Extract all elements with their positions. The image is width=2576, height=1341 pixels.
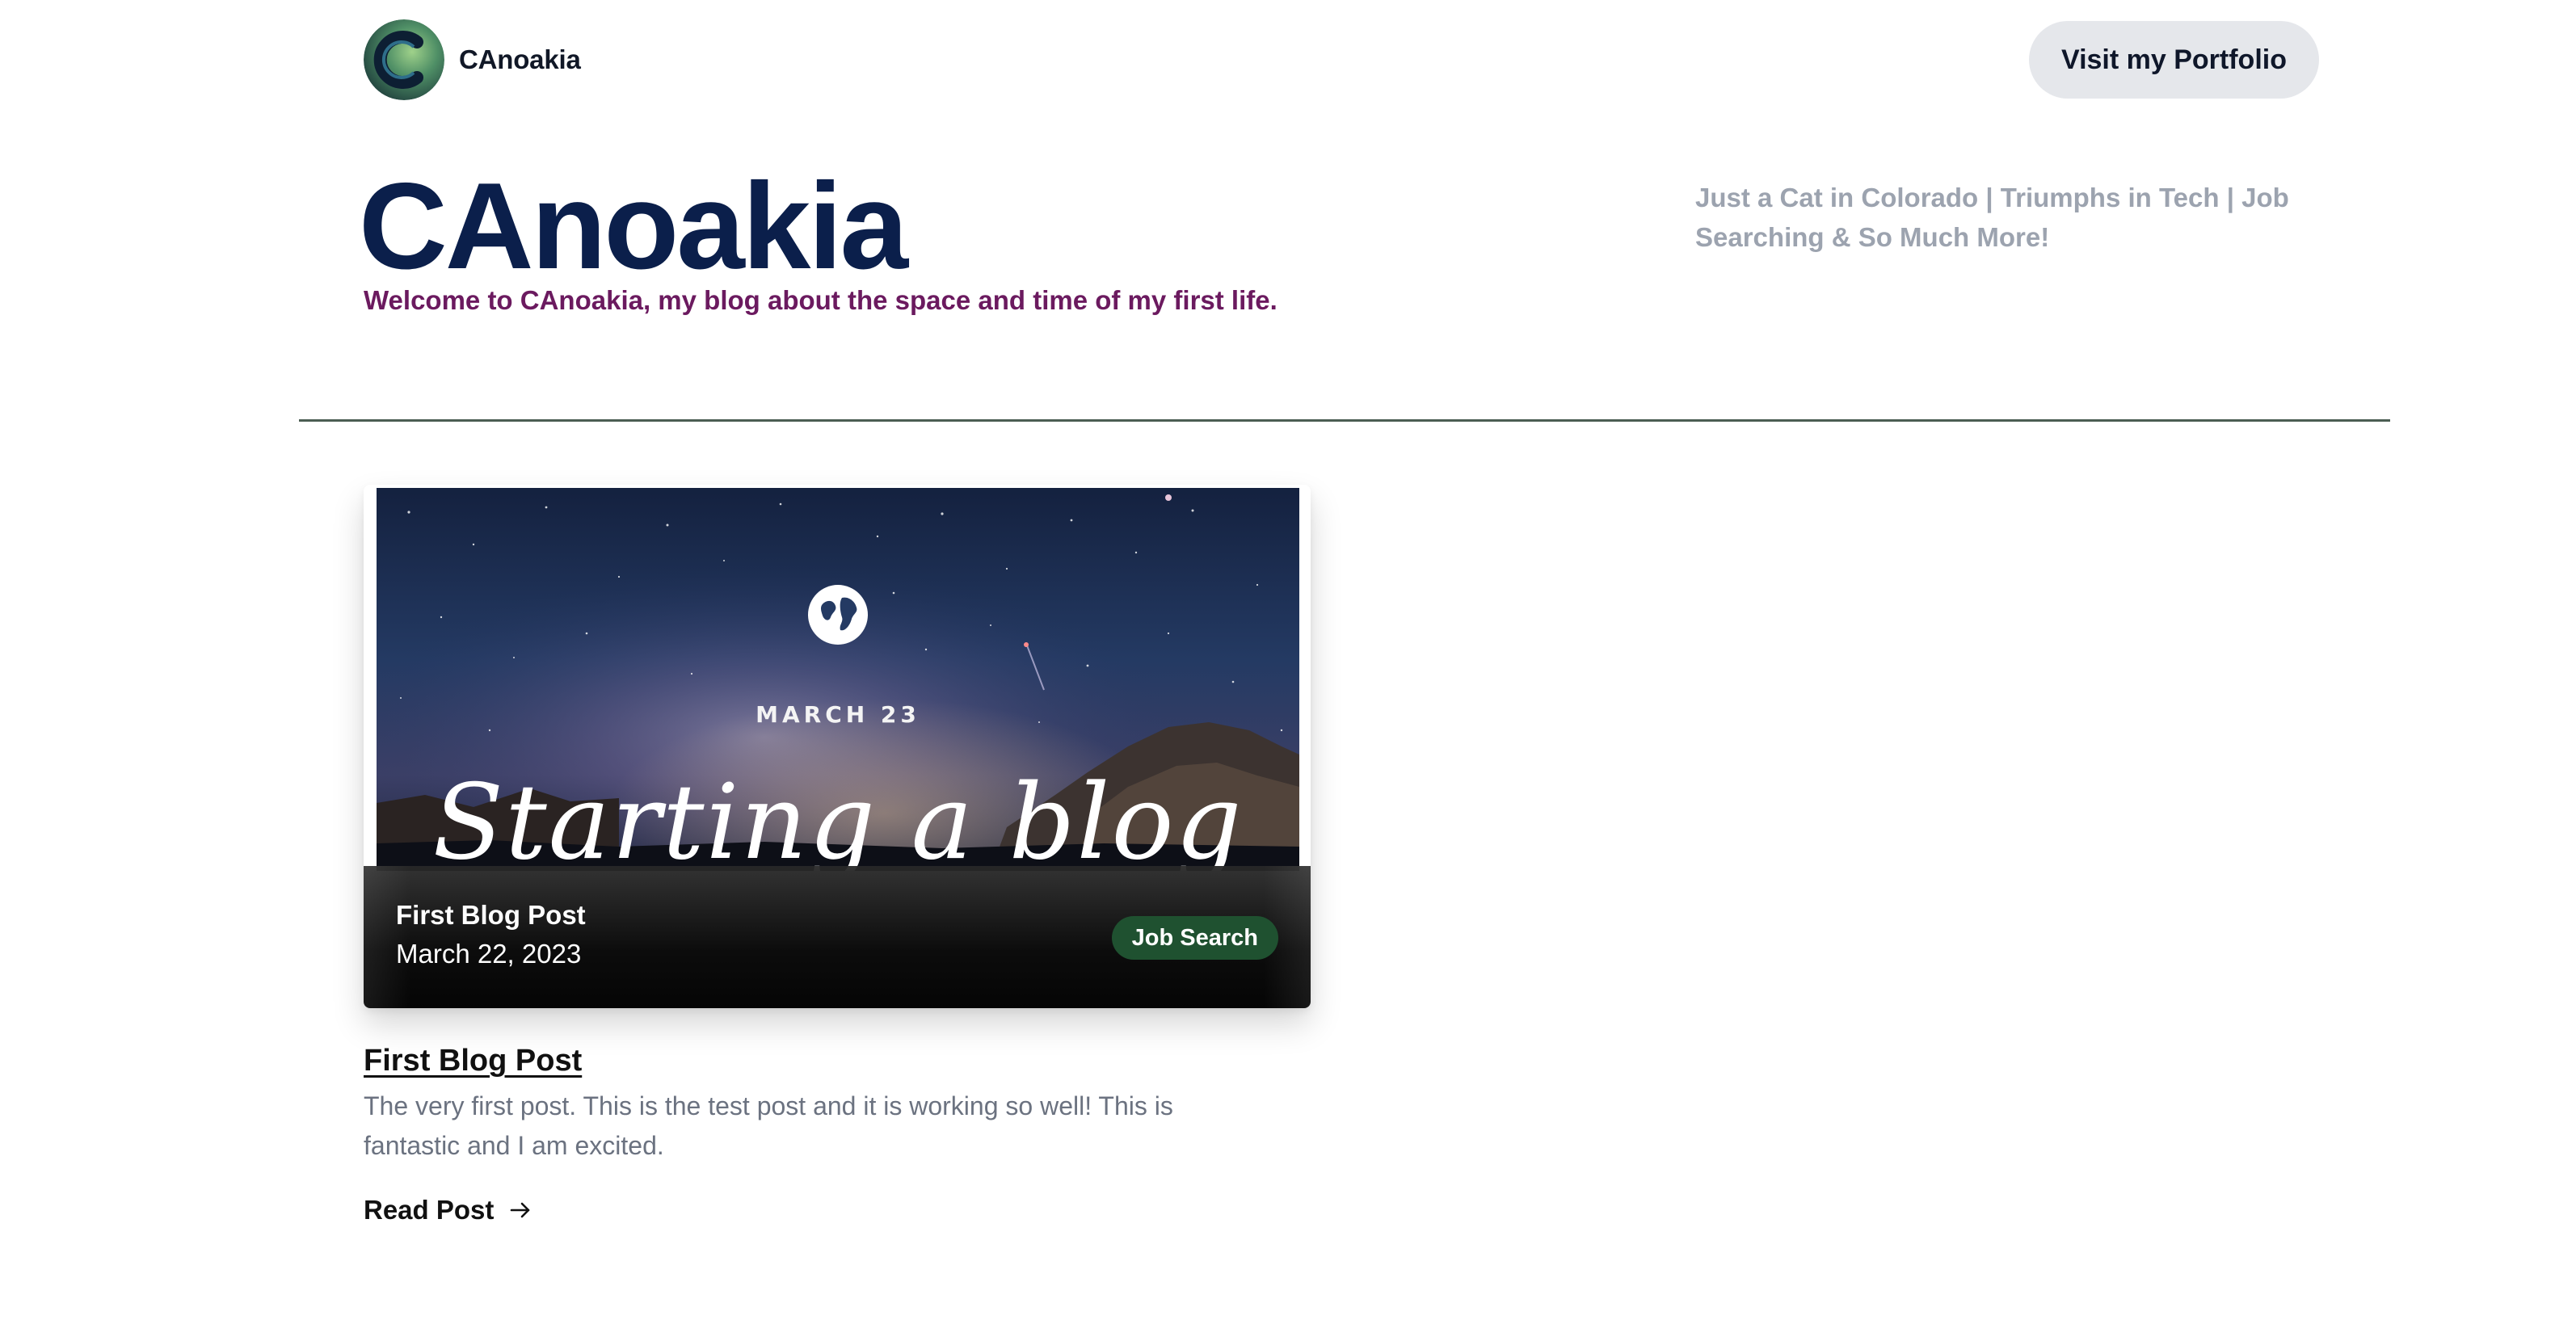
tag-job-search[interactable]: Job Search <box>1111 916 1278 960</box>
section-divider <box>299 419 2390 422</box>
cover-title-text: Starting a blog <box>432 763 1244 871</box>
visit-portfolio-button[interactable]: Visit my Portfolio <box>2029 21 2319 99</box>
brand-name: CAnoakia <box>459 44 581 74</box>
overlay-post-date: March 22, 2023 <box>396 939 582 969</box>
post-excerpt: The very first post. This is the test po… <box>364 1091 1173 1160</box>
hero: CAnoakia Welcome to CAnoakia, my blog ab… <box>359 153 2319 339</box>
globe-icon <box>808 585 868 645</box>
page: CAnoakia Visit my Portfolio CAnoakia Wel… <box>0 0 2576 1341</box>
post-title-link[interactable]: First Blog Post <box>364 1044 582 1078</box>
post-card: MARCH 23 Starting a blog First Blog Post… <box>364 485 1311 1225</box>
brand-home-link[interactable]: CAnoakia <box>364 19 581 100</box>
post-cover-overlay: First Blog Post March 22, 2023 Job Searc… <box>364 866 1311 1008</box>
site-title: CAnoakia <box>359 158 908 295</box>
site-tagline: Welcome to CAnoakia, my blog about the s… <box>364 285 1277 315</box>
cover-date-text: MARCH 23 <box>756 701 920 728</box>
site-subtitle: Just a Cat in Colorado | Triumphs in Tec… <box>1695 183 2289 252</box>
arrow-right-icon <box>511 1202 530 1218</box>
read-post-label: Read Post <box>364 1195 495 1225</box>
avatar-c-logo-icon <box>364 19 444 100</box>
post-cover-image[interactable]: MARCH 23 Starting a blog <box>377 488 1299 871</box>
avatar <box>364 19 444 100</box>
site-header: CAnoakia Visit my Portfolio <box>364 19 2319 100</box>
overlay-post-title: First Blog Post <box>396 900 586 930</box>
post-cover-card[interactable]: MARCH 23 Starting a blog First Blog Post… <box>364 485 1311 1008</box>
read-post-link[interactable]: Read Post <box>364 1195 532 1225</box>
